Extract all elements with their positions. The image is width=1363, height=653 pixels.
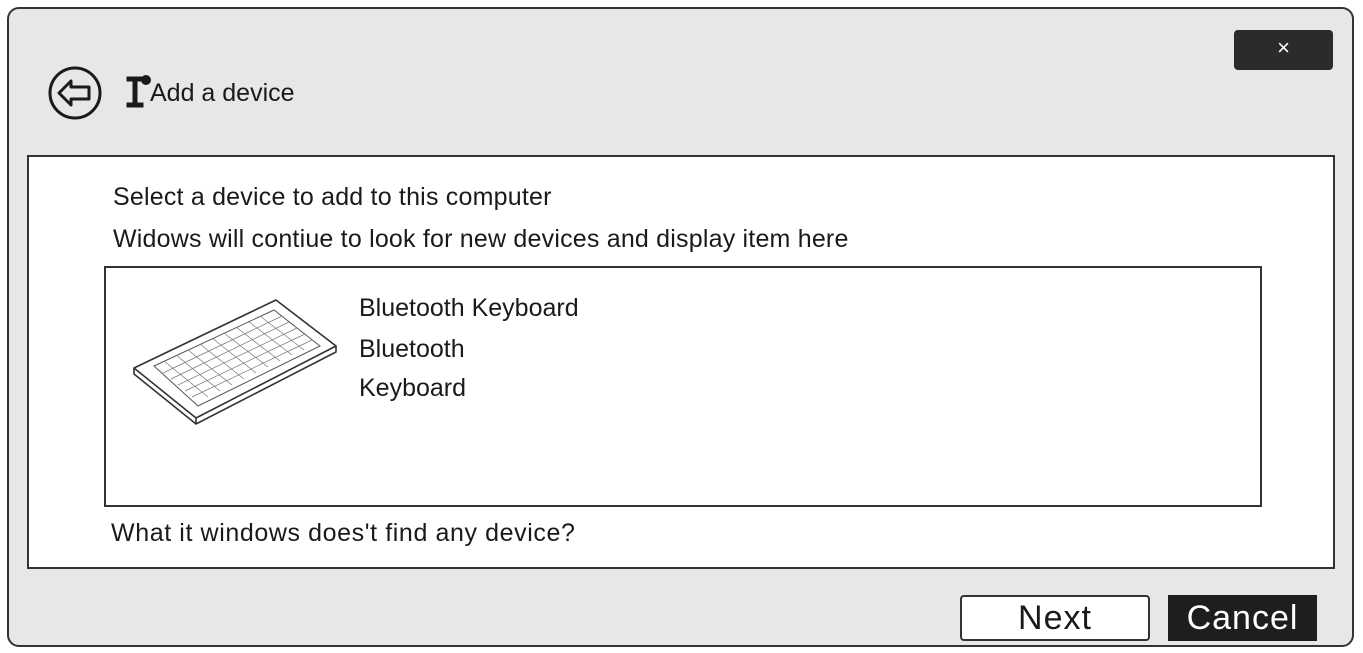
device-category: Keyboard <box>359 374 467 402</box>
window-title: Add a device <box>150 79 295 107</box>
content-panel: Select a device to add to this computer … <box>27 155 1335 569</box>
keyboard-icon <box>133 299 337 425</box>
instruction-subtext: Widows will contiue to look for new devi… <box>113 225 849 253</box>
list-item[interactable]: Bluetooth Keyboard Bluetooth Keyboard <box>106 268 806 448</box>
device-list[interactable]: Bluetooth Keyboard Bluetooth Keyboard <box>104 266 1262 507</box>
device-type: Bluetooth <box>359 335 465 363</box>
back-arrow-icon[interactable] <box>47 65 103 121</box>
instruction-text: Select a device to add to this computer <box>113 183 552 211</box>
device-name: Bluetooth Keyboard <box>359 294 579 322</box>
add-device-window: × Add a device Select a device to add to… <box>7 7 1354 647</box>
close-icon: × <box>1277 35 1290 60</box>
close-button[interactable]: × <box>1234 30 1333 70</box>
cancel-button[interactable]: Cancel <box>1168 595 1317 641</box>
device-not-found-link[interactable]: What it windows does't find any device? <box>111 519 576 548</box>
next-button[interactable]: Next <box>960 595 1150 641</box>
